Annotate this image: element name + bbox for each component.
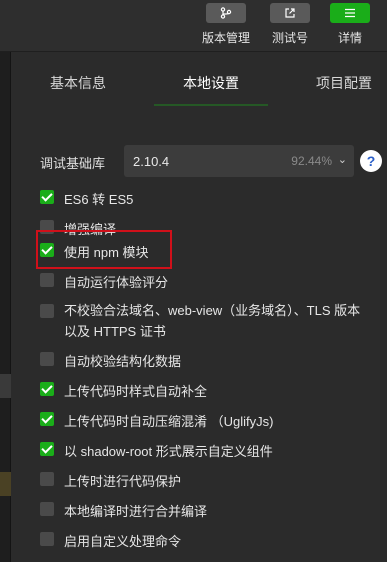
external-link-icon [270, 3, 310, 23]
option-label: 本地编译时进行合并编译 [64, 504, 208, 519]
option-label: 启用自定义处理命令 [64, 534, 182, 549]
tab-local-settings[interactable]: 本地设置 [183, 73, 239, 93]
debug-lib-label: 调试基础库 [40, 156, 106, 171]
chevron-down-icon: ⌄ [337, 154, 347, 166]
annotation-highlight-box [36, 230, 172, 269]
option-label: 上传代码时样式自动补全 [64, 384, 208, 399]
checkbox[interactable] [40, 532, 54, 546]
test-account-label: 测试号 [271, 31, 308, 45]
tab-basic-info[interactable]: 基本信息 [50, 73, 106, 93]
option-label: 以 shadow-root 形式展示自定义组件 [64, 444, 273, 459]
checkbox[interactable] [40, 352, 54, 366]
option-label: 上传代码时自动压缩混淆 （UglifyJs) [64, 414, 274, 429]
checkbox[interactable] [40, 273, 54, 287]
menu-icon [330, 3, 370, 23]
checkbox[interactable] [40, 412, 54, 426]
checkbox[interactable] [40, 304, 54, 318]
top-toolbar: 版本管理 测试号 详情 [0, 0, 387, 52]
editor-edge [0, 52, 11, 562]
checkbox[interactable] [40, 382, 54, 396]
checkbox[interactable] [40, 442, 54, 456]
help-icon[interactable]: ? [360, 150, 382, 172]
details-button[interactable]: 详情 [324, 3, 376, 46]
checkbox[interactable] [40, 502, 54, 516]
version-control-button[interactable]: 版本管理 [200, 3, 252, 46]
option-label: 不校验合法域名、web-view（业务域名）、TLS 版本以及 HTTPS 证书 [64, 303, 361, 339]
option-label: 上传时进行代码保护 [64, 474, 182, 489]
version-control-label: 版本管理 [201, 31, 250, 45]
option-label: 自动校验结构化数据 [64, 354, 182, 369]
checkbox[interactable] [40, 472, 54, 486]
branch-icon [206, 3, 246, 23]
debug-lib-select[interactable]: 2.10.4 92.44% ⌄ [124, 145, 354, 177]
active-tab-indicator [154, 104, 268, 106]
checkbox[interactable] [40, 190, 54, 204]
details-label: 详情 [337, 31, 362, 45]
debug-lib-version: 2.10.4 [133, 154, 170, 169]
debug-lib-row: 调试基础库 2.10.4 92.44% ⌄ ? [12, 145, 387, 177]
option-label: ES6 转 ES5 [64, 192, 134, 207]
editor-highlight-marker [0, 472, 11, 496]
debug-lib-percent: 92.44% [291, 154, 332, 168]
settings-panel: 基本信息 本地设置 项目配置 调试基础库 2.10.4 92.44% ⌄ ? E… [12, 52, 387, 562]
option-label: 自动运行体验评分 [64, 275, 169, 290]
test-account-button[interactable]: 测试号 [264, 3, 316, 46]
settings-tabs: 基本信息 本地设置 项目配置 [12, 52, 387, 106]
editor-scroll-marker [0, 374, 11, 398]
tab-project-config[interactable]: 项目配置 [316, 73, 372, 93]
